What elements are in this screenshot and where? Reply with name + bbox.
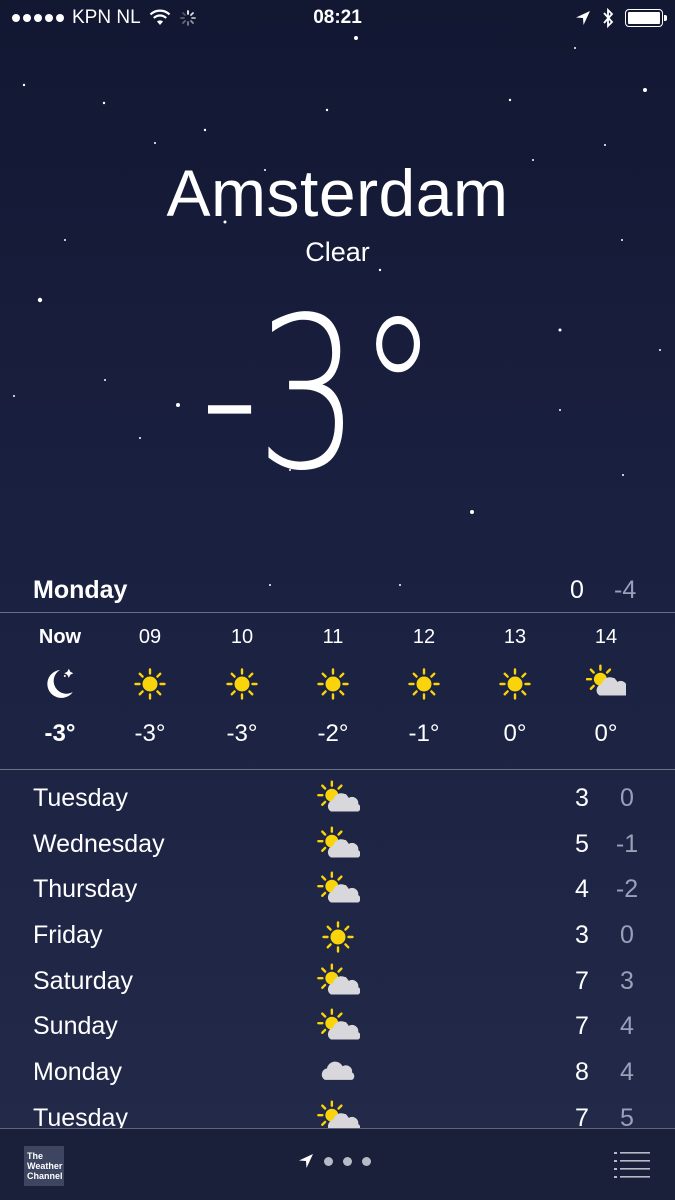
day-name: Sunday: [33, 1012, 118, 1041]
hourly-forecast[interactable]: Now -3° 09 -3° 10 -3° 11 -2° 12 -1° 13 0…: [0, 614, 675, 769]
bluetooth-icon: [603, 8, 614, 28]
partly-cloudy-icon: [316, 1100, 361, 1128]
battery-icon: [625, 9, 667, 27]
city-list-icon[interactable]: [612, 1151, 652, 1179]
daily-row: Wednesday 5 -1: [0, 822, 675, 868]
page-indicator[interactable]: [298, 1153, 371, 1169]
partly-cloudy-icon: [316, 1008, 361, 1048]
sun-icon: [222, 664, 262, 704]
divider-bottom: [0, 769, 675, 770]
day-name: Wednesday: [33, 829, 165, 858]
current-location-icon: [299, 1154, 313, 1168]
location-arrow-icon: [576, 11, 590, 25]
day-low: -2: [615, 875, 639, 904]
today-high: 0: [570, 576, 584, 604]
hour-label: Now: [38, 626, 82, 648]
daily-row: Friday 3 0: [0, 913, 675, 959]
divider-top: [0, 612, 675, 613]
weather-channel-logo[interactable]: The Weather Channel: [24, 1146, 64, 1186]
carrier-name: KPN NL: [72, 7, 141, 28]
wifi-icon: [149, 9, 170, 25]
moon-stars-icon: [40, 664, 80, 704]
partly-cloudy-icon: [316, 826, 361, 866]
hour-temperature: -3°: [44, 720, 76, 747]
sun-icon: [130, 664, 170, 704]
hour-temperature: 0°: [503, 720, 527, 747]
hourly-item: 09 -3°: [105, 614, 195, 748]
day-low: 4: [620, 1058, 634, 1087]
hour-label: 14: [594, 626, 618, 648]
day-name: Tuesday: [33, 784, 128, 812]
hourly-item: 14 0°: [561, 614, 651, 748]
hourly-item: 12 -1°: [379, 614, 469, 748]
hourly-item: 11 -2°: [288, 614, 378, 748]
day-low: 4: [620, 1012, 634, 1041]
cellular-signal-icon: [12, 14, 64, 22]
hour-label: 09: [138, 626, 162, 648]
day-low: -1: [615, 829, 639, 858]
day-high: 4: [575, 875, 589, 904]
hour-label: 13: [503, 626, 527, 648]
day-name: Saturday: [33, 966, 134, 995]
day-high: 5: [575, 829, 589, 858]
daily-row: Saturday 7 3: [0, 959, 675, 1005]
page-dot: [324, 1156, 333, 1166]
sun-icon: [313, 664, 353, 704]
hour-label: 12: [412, 626, 436, 648]
hourly-item: Now -3°: [15, 614, 105, 748]
day-high: 7: [575, 1103, 589, 1128]
hourly-item: 13 0°: [470, 614, 560, 748]
sun-icon: [404, 664, 444, 704]
day-high: 3: [575, 784, 589, 812]
daily-forecast-list[interactable]: Tuesday 3 0 Wednesday 5 -1 Thursday 4 -2…: [0, 776, 675, 1128]
status-bar: KPN NL 08:21: [0, 0, 675, 36]
day-name: Thursday: [33, 875, 138, 904]
city-name: Amsterdam: [166, 156, 509, 230]
hour-temperature: -1°: [408, 720, 440, 747]
partly-cloudy-icon: [316, 963, 361, 1003]
page-dot: [362, 1156, 371, 1166]
day-low: 0: [620, 921, 634, 950]
day-name: Friday: [33, 921, 103, 950]
current-temperature: -3°: [200, 272, 439, 517]
day-name: Monday: [33, 1058, 122, 1087]
daily-row: Thursday 4 -2: [0, 867, 675, 913]
sun-icon: [316, 917, 360, 957]
today-summary-row: Monday 0 -4: [0, 570, 675, 612]
day-name: Tuesday: [33, 1103, 128, 1128]
partly-cloudy-icon: [585, 664, 630, 704]
hour-temperature: -3°: [226, 720, 258, 747]
day-low: 3: [620, 966, 634, 995]
daily-row: Tuesday 7 5: [0, 1096, 675, 1128]
hourly-item: 10 -3°: [197, 614, 287, 748]
sun-icon: [495, 664, 535, 704]
day-low: 0: [620, 784, 634, 812]
hour-temperature: 0°: [594, 720, 618, 747]
today-low: -4: [614, 576, 637, 604]
hour-temperature: -2°: [317, 720, 349, 747]
daily-row: Tuesday 3 0: [0, 776, 675, 822]
bottom-toolbar: The Weather Channel: [0, 1128, 675, 1200]
daily-row: Sunday 7 4: [0, 1004, 675, 1050]
day-low: 5: [620, 1103, 634, 1128]
hour-temperature: -3°: [134, 720, 166, 747]
page-dot: [343, 1156, 352, 1166]
cloud-icon: [316, 1054, 360, 1094]
partly-cloudy-icon: [316, 780, 361, 820]
partly-cloudy-icon: [316, 871, 361, 911]
day-high: 7: [575, 1012, 589, 1041]
hour-label: 11: [322, 626, 344, 648]
day-high: 8: [575, 1058, 589, 1087]
day-high: 3: [575, 921, 589, 950]
day-high: 7: [575, 966, 589, 995]
logo-text: The Weather Channel: [27, 1151, 63, 1181]
hour-label: 10: [230, 626, 254, 648]
current-condition: Clear: [305, 237, 370, 267]
daily-row: Monday 8 4: [0, 1050, 675, 1096]
today-day-name: Monday: [33, 576, 128, 604]
activity-spinner-icon: [179, 10, 196, 26]
